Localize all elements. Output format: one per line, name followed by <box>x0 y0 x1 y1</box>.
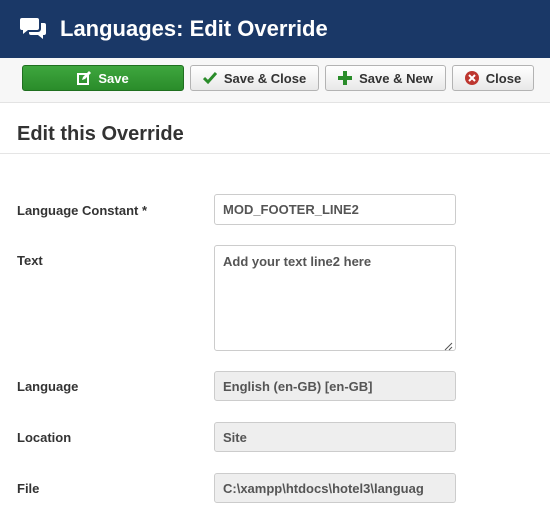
text-label: Text <box>17 253 43 268</box>
divider <box>0 153 550 154</box>
language-constant-input[interactable]: MOD_FOOTER_LINE2 <box>214 194 456 225</box>
resize-grip-icon[interactable] <box>444 339 453 351</box>
text-textarea-value: Add your text line2 here <box>223 254 372 269</box>
page-title: Languages: Edit Override <box>60 16 328 41</box>
save-button[interactable]: Save <box>22 65 184 91</box>
plus-icon <box>338 71 353 85</box>
close-button-label: Close <box>485 70 522 86</box>
toolbar: Save Save & Close Save & New Close <box>0 58 550 103</box>
language-field: English (en-GB) [en-GB] <box>214 371 456 401</box>
file-label: File <box>17 481 40 496</box>
file-field: C:\xampp\htdocs\hotel3\languag <box>214 473 456 503</box>
save-close-button-label: Save & Close <box>223 70 307 86</box>
language-constant-label: Language Constant * <box>17 203 148 218</box>
save-new-button-label: Save & New <box>359 70 433 86</box>
location-label: Location <box>17 430 72 445</box>
form-title: Edit this Override <box>17 123 184 145</box>
checkmark-icon <box>202 71 217 85</box>
close-button[interactable]: Close <box>452 65 534 91</box>
cancel-circle-icon <box>464 71 479 85</box>
text-textarea[interactable]: Add your text line2 here <box>214 245 456 351</box>
page-header: Languages: Edit Override <box>0 0 550 58</box>
location-field: Site <box>214 422 456 452</box>
edit-icon <box>77 71 92 85</box>
save-new-button[interactable]: Save & New <box>325 65 446 91</box>
language-label: Language <box>17 379 79 394</box>
save-close-button[interactable]: Save & Close <box>190 65 319 91</box>
save-button-label: Save <box>98 70 129 86</box>
comments-icon <box>19 16 47 40</box>
